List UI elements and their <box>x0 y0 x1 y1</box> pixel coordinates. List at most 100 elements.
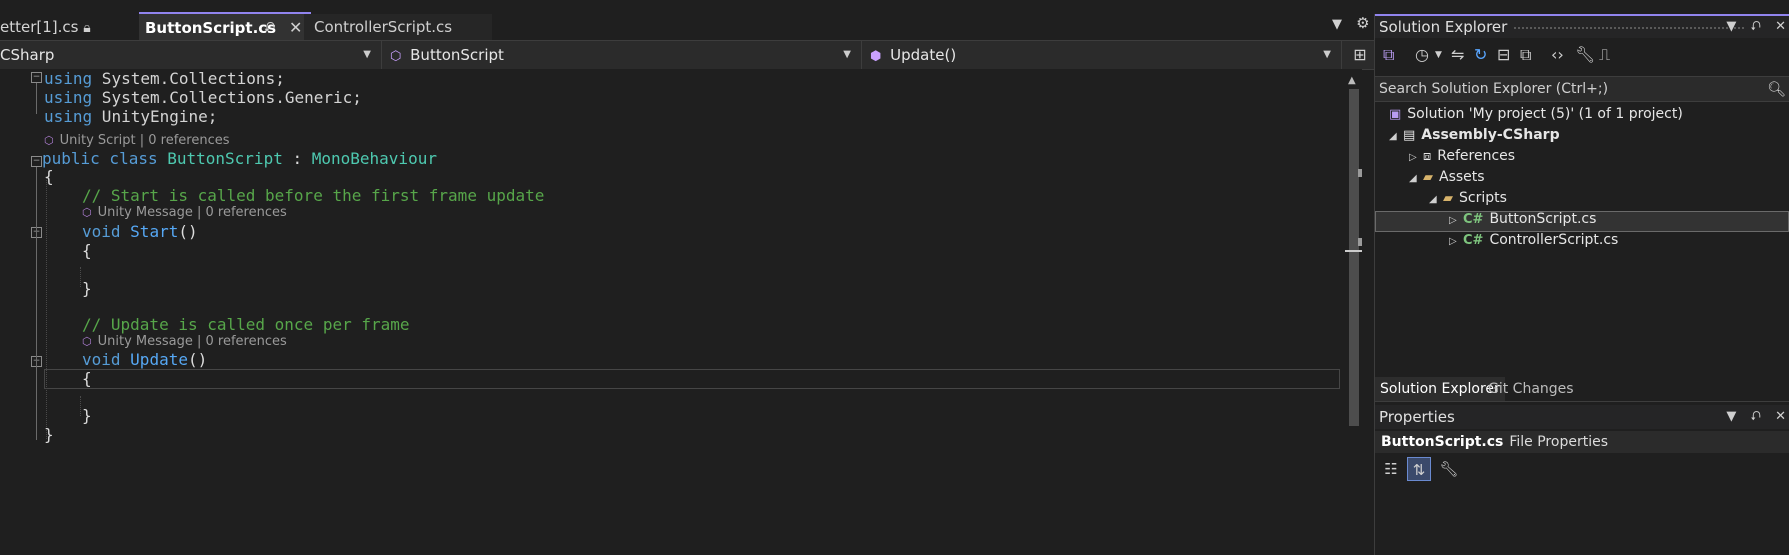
switch-views-icon[interactable]: ⧉ <box>1383 45 1394 65</box>
gear-icon[interactable]: ⚙ <box>1356 14 1369 32</box>
split-window-icon[interactable]: ⊞ <box>1345 41 1375 69</box>
keyword: void <box>82 350 121 369</box>
categorized-icon[interactable]: ☷ <box>1379 457 1403 481</box>
current-line-highlight <box>44 369 1340 389</box>
chevron-down-icon: ▼ <box>843 49 851 60</box>
codelens-text: Unity Script | 0 references <box>59 133 230 148</box>
namespace: UnityEngine; <box>92 107 218 126</box>
solution-explorer-search[interactable]: Search Solution Explorer (Ctrl+;) 🔍︎ <box>1375 76 1789 102</box>
chevron-down-icon[interactable]: ▼ <box>1332 17 1342 32</box>
chevron-down-icon[interactable]: ▼ <box>1726 19 1736 34</box>
codelens-update[interactable]: ⬡ Unity Message | 0 references <box>82 333 287 351</box>
project-dropdown[interactable]: CSharp ▼ <box>0 41 382 69</box>
wrench-icon[interactable]: 🔧︎ <box>1575 45 1595 64</box>
project-dropdown-value: CSharp <box>0 46 55 64</box>
expand-arrow-icon[interactable]: ▷ <box>1409 147 1423 168</box>
tree-item-label: Solution 'My project (5)' (1 of 1 projec… <box>1407 106 1683 122</box>
pin-icon[interactable]: ⮏ <box>1751 409 1761 424</box>
tab-controllerscript[interactable]: ControllerScript.cs <box>304 14 492 40</box>
titlebar-grip[interactable] <box>1505 26 1745 30</box>
tree-item-scripts[interactable]: ◢ ▰ Scripts <box>1429 188 1507 209</box>
editor-scrollbar[interactable]: ▲ <box>1345 69 1362 555</box>
member-dropdown[interactable]: ⬢ Update() ▼ <box>862 41 1342 69</box>
tree-item-references[interactable]: ▷ ⧈ References <box>1409 146 1515 167</box>
expand-arrow-icon[interactable]: ▷ <box>1449 210 1463 231</box>
scroll-up-icon[interactable]: ▲ <box>1348 75 1356 86</box>
folder-open-icon: ▰ <box>1443 191 1453 206</box>
search-input[interactable]: Search Solution Explorer (Ctrl+;) <box>1379 77 1608 101</box>
panel-tools: ▼ ⮏ ✕ <box>1716 16 1786 38</box>
chevron-down-icon[interactable]: ▼ <box>1435 50 1442 60</box>
method-name: Start <box>130 222 179 241</box>
properties-title: Properties <box>1379 408 1455 426</box>
lock-icon: 🔒︎ <box>83 20 91 36</box>
indent-guide <box>46 177 47 439</box>
fold-guide <box>36 83 37 114</box>
explorer-bottom-tabs: Solution Explorer Git Changes <box>1375 377 1789 402</box>
wrench-icon[interactable]: 🔧︎ <box>1437 457 1461 481</box>
close-icon[interactable]: ✕ <box>289 14 302 42</box>
comment-start: // Start is called before the first fram… <box>82 186 545 205</box>
class-declaration: public class ButtonScript : MonoBehaviou… <box>42 149 437 169</box>
alphabetical-icon[interactable]: ⇅ <box>1407 457 1431 481</box>
comment-update: // Update is called once per frame <box>82 315 410 334</box>
class-close-brace: } <box>44 425 54 444</box>
close-icon[interactable]: ✕ <box>1775 409 1786 424</box>
start-close-brace: } <box>82 279 92 298</box>
collapse-arrow-icon[interactable]: ◢ <box>1409 168 1423 189</box>
sync-icon[interactable]: ⇋ <box>1451 45 1464 64</box>
properties-object-selector[interactable]: ButtonScript.cs File Properties <box>1375 431 1789 453</box>
expand-arrow-icon[interactable]: ▷ <box>1449 231 1463 252</box>
view-code-icon[interactable]: ‹› <box>1551 45 1564 64</box>
unity-icon: ⬡ <box>44 134 54 147</box>
fold-toggle-icon[interactable]: − <box>31 72 42 83</box>
fold-toggle-icon[interactable]: − <box>31 156 42 167</box>
tab-buttonscript-active[interactable]: ButtonScript.cs ⮏ ✕ <box>139 12 311 42</box>
references-icon: ⧈ <box>1423 149 1432 164</box>
code-line-1: using System.Collections; <box>44 69 285 89</box>
collapse-arrow-icon[interactable]: ◢ <box>1389 126 1403 147</box>
pin-icon[interactable]: ⮏ <box>1751 19 1761 34</box>
unity-icon: ⬡ <box>82 335 92 348</box>
code-editor[interactable]: − − − − using System.Collections; using … <box>0 69 1345 555</box>
keyword: void <box>82 222 121 241</box>
tree-item-assets[interactable]: ◢ ▰ Assets <box>1409 167 1485 188</box>
scrollbar-thumb[interactable] <box>1349 89 1359 426</box>
csharp-file-icon: C# <box>1463 212 1484 227</box>
type-dropdown-value: ButtonScript <box>410 46 504 64</box>
tab-git-changes[interactable]: Git Changes <box>1483 377 1579 401</box>
tree-item-controllerscript[interactable]: ▷ C# ControllerScript.cs <box>1449 230 1618 251</box>
chevron-down-icon[interactable]: ▼ <box>1726 409 1736 424</box>
tree-item-solution[interactable]: ▣ Solution 'My project (5)' (1 of 1 proje… <box>1389 104 1683 125</box>
tree-item-buttonscript[interactable]: ▷ C# ButtonScript.cs <box>1449 209 1596 230</box>
fold-guide <box>36 167 37 440</box>
pin-icon[interactable]: ⮏ <box>264 14 275 42</box>
tree-item-label: Scripts <box>1459 190 1507 206</box>
object-name: ButtonScript.cs <box>1381 434 1504 450</box>
indent-guide <box>80 396 81 416</box>
caret-position-marker <box>1345 250 1362 252</box>
type-dropdown[interactable]: ⬡ ButtonScript ▼ <box>382 41 862 69</box>
codelens-start[interactable]: ⬡ Unity Message | 0 references <box>82 204 287 222</box>
class-open-brace: { <box>44 167 54 186</box>
keyword: using <box>44 107 93 126</box>
pending-changes-icon[interactable]: ◷ <box>1415 45 1429 64</box>
tree-item-assembly-csharp[interactable]: ◢ ▤ Assembly-CSharp <box>1389 125 1560 146</box>
search-icon[interactable]: 🔍︎ <box>1767 77 1786 101</box>
codelens-class[interactable]: ⬡ Unity Script | 0 references <box>44 132 230 150</box>
scroll-marker <box>1358 169 1362 177</box>
tab-overflow-file[interactable]: etter[1].cs 🔒︎ <box>0 14 138 40</box>
keyword: using <box>44 88 93 107</box>
collapse-all-icon[interactable]: ⊟ <box>1497 45 1510 64</box>
refresh-icon[interactable]: ↻ <box>1474 45 1487 64</box>
member-dropdown-value: Update() <box>890 46 957 64</box>
chevron-down-icon: ▼ <box>363 49 371 60</box>
method-icon: ⬢ <box>870 49 882 64</box>
keyword: public class <box>42 149 158 168</box>
code-line-2: using System.Collections.Generic; <box>44 88 362 108</box>
start-open-brace: { <box>82 241 92 260</box>
show-all-files-icon[interactable]: ⧉ <box>1520 45 1531 65</box>
close-icon[interactable]: ✕ <box>1775 19 1786 34</box>
collapse-arrow-icon[interactable]: ◢ <box>1429 189 1443 210</box>
preview-icon[interactable]: ⎍ <box>1599 45 1610 65</box>
